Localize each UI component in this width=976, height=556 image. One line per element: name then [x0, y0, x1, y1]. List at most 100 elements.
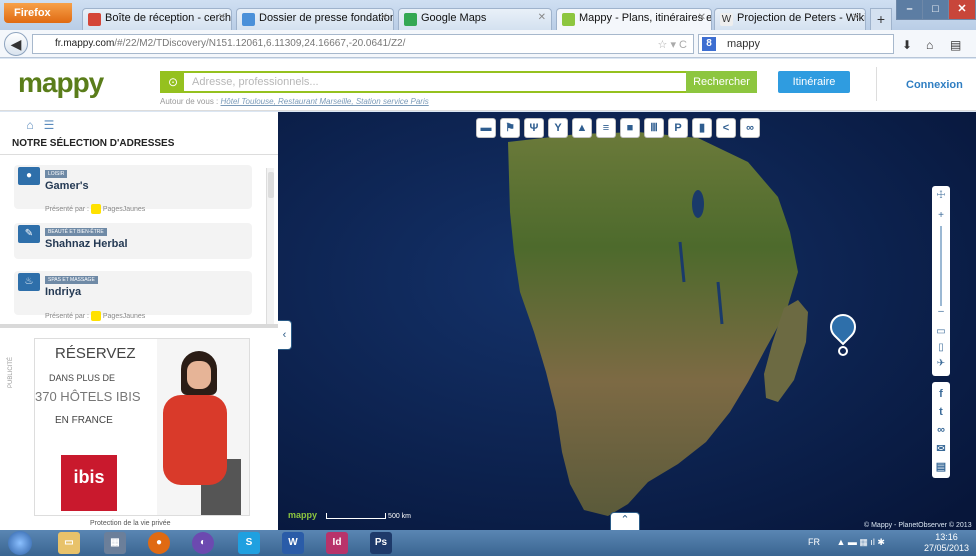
- poi-toolbar: ▬ ⚑ Ψ Y ▲ ≡ ■ Ⅲ P ▮ < ∞: [476, 118, 788, 140]
- pagesjaunes-icon: [90, 204, 101, 214]
- tab-title: Google Maps: [421, 12, 487, 24]
- indesign-icon[interactable]: Id: [326, 532, 348, 554]
- bar-icon[interactable]: Y: [548, 118, 568, 138]
- wikipedia-icon: W: [720, 13, 733, 26]
- tab-mappy[interactable]: Mappy - Plans, itinéraires et bon... ✕: [556, 8, 712, 31]
- calculator-icon[interactable]: ▦: [104, 532, 126, 554]
- nearby-links[interactable]: Hôtel Toulouse, Restaurant Marseille, St…: [221, 97, 429, 106]
- shopping-icon[interactable]: ≡: [596, 118, 616, 138]
- search-engine-box[interactable]: 8 mappy: [698, 34, 894, 54]
- search-button[interactable]: Rechercher: [686, 71, 757, 93]
- mappy-icon: [562, 13, 575, 26]
- tab-gmail[interactable]: Boîte de réception - cerchiariop... ✕: [82, 8, 232, 30]
- tab-google-maps[interactable]: Google Maps ✕: [398, 8, 552, 30]
- satellite-map[interactable]: ▬ ⚑ Ψ Y ▲ ≡ ■ Ⅲ P ▮ < ∞ ☩ + – ▭ ▯ ✈ f t …: [278, 112, 976, 530]
- close-icon[interactable]: ✕: [852, 12, 860, 23]
- close-icon[interactable]: ✕: [380, 12, 388, 23]
- category-badge: LOISIR: [45, 170, 68, 178]
- twitter-icon[interactable]: t: [932, 406, 950, 418]
- bicycle-icon[interactable]: ∞: [740, 118, 760, 138]
- facebook-icon[interactable]: f: [932, 388, 950, 400]
- language-indicator[interactable]: FR: [808, 537, 820, 547]
- system-tray: FR ▲ ▬ ▦ ıl ✱: [808, 537, 885, 548]
- museum-icon[interactable]: Ⅲ: [644, 118, 664, 138]
- bus-icon[interactable]: ▯: [935, 342, 947, 353]
- pan-icon[interactable]: ☩: [935, 190, 947, 201]
- login-link[interactable]: Connexion: [906, 79, 963, 91]
- close-icon[interactable]: ✕: [538, 12, 546, 23]
- search-input[interactable]: ⊙ Adresse, professionnels... Rechercher: [160, 71, 757, 93]
- tab-title: Dossier de presse fondation edf ...: [259, 12, 394, 24]
- fuel-icon[interactable]: ▮: [692, 118, 712, 138]
- mappy-logo[interactable]: mappy: [18, 67, 104, 99]
- close-icon[interactable]: ✕: [698, 12, 706, 23]
- zoom-out-button[interactable]: –: [935, 306, 947, 317]
- new-tab-button[interactable]: +: [870, 8, 892, 30]
- list-item[interactable]: ● LOISIR Gamer's: [14, 165, 252, 209]
- list-tab-icon[interactable]: ☰: [41, 118, 57, 132]
- url-path: /#/22/M2/TDiscovery/N151.12061,6.11309,2…: [114, 38, 406, 49]
- email-icon[interactable]: ✉: [932, 442, 950, 455]
- logo-text: mappy: [18, 67, 104, 98]
- presented-by-label: Présenté par :: [45, 205, 89, 213]
- back-button[interactable]: ◀: [4, 32, 28, 56]
- tab-wikipedia[interactable]: W Projection de Peters - Wikipédia ✕: [714, 8, 866, 30]
- tab-dossier-presse[interactable]: Dossier de presse fondation edf ... ✕: [236, 8, 394, 30]
- address-bar[interactable]: fr.mappy.com/#/22/M2/TDiscovery/N151.120…: [32, 34, 694, 54]
- tray-icons[interactable]: ▲ ▬ ▦ ıl ✱: [837, 537, 885, 547]
- parking-icon[interactable]: P: [668, 118, 688, 138]
- menu-icon[interactable]: ▤: [950, 38, 961, 52]
- cinema-icon[interactable]: ▲: [572, 118, 592, 138]
- clock[interactable]: 13:16 27/05/2013: [924, 532, 969, 554]
- close-window-button[interactable]: ✕: [948, 0, 976, 20]
- place-name: Indriya: [45, 286, 82, 298]
- car-icon[interactable]: ▭: [935, 326, 947, 337]
- list-scrollbar[interactable]: [266, 168, 274, 328]
- photo-pillow: [163, 395, 227, 485]
- photoshop-icon[interactable]: Ps: [370, 532, 392, 554]
- word-icon[interactable]: W: [282, 532, 304, 554]
- minimize-button[interactable]: –: [896, 0, 923, 20]
- locate-icon[interactable]: ⊙: [162, 73, 184, 91]
- zoom-in-button[interactable]: +: [935, 210, 947, 221]
- privacy-link[interactable]: Protection de la vie privée: [90, 520, 171, 527]
- expand-up-button[interactable]: ⌃: [610, 512, 640, 530]
- scrollbar-thumb[interactable]: [268, 172, 274, 198]
- nearby-label: Autour de vous :: [160, 97, 219, 106]
- app-icon[interactable]: ◐: [192, 532, 214, 554]
- skype-icon[interactable]: S: [238, 532, 260, 554]
- bath-icon: ♨: [18, 273, 40, 291]
- start-button[interactable]: [8, 531, 32, 555]
- list-item[interactable]: ✎ BEAUTÉ ET BIEN-ÊTRE Shahnaz Herbal: [14, 223, 252, 259]
- firefox-icon[interactable]: ●: [148, 532, 170, 554]
- doc-icon: [242, 13, 255, 26]
- explorer-icon[interactable]: ▭: [58, 532, 80, 554]
- home-tab-icon[interactable]: ⌂: [22, 118, 38, 132]
- nearby-suggestions: Autour de vous : Hôtel Toulouse, Restaur…: [160, 97, 429, 106]
- ad-headline: RÉSERVEZ: [55, 345, 136, 362]
- restaurant-icon[interactable]: Ψ: [524, 118, 544, 138]
- download-icon[interactable]: ⬇: [902, 38, 912, 52]
- collapse-panel-button[interactable]: ‹: [278, 320, 292, 350]
- itinerary-button[interactable]: Itinéraire: [778, 71, 850, 93]
- share-bar: f t ∞ ✉ ▤: [932, 382, 950, 478]
- maximize-button[interactable]: □: [922, 0, 949, 20]
- firefox-menu-button[interactable]: Firefox: [4, 3, 72, 23]
- leisure-icon[interactable]: ⚑: [500, 118, 520, 138]
- print-icon[interactable]: ▤: [932, 460, 950, 473]
- share-icon[interactable]: <: [716, 118, 736, 138]
- satellite-icon[interactable]: ✈: [935, 358, 947, 369]
- list-item[interactable]: ♨ SPAS ET MASSAGE Indriya: [14, 271, 252, 315]
- zoom-slider[interactable]: [940, 226, 942, 306]
- google-icon: 8: [702, 37, 716, 51]
- close-icon[interactable]: ✕: [218, 12, 226, 23]
- bag-icon[interactable]: ■: [620, 118, 640, 138]
- home-icon[interactable]: ⌂: [926, 38, 933, 52]
- reload-icon[interactable]: ☆ ▾ C: [658, 38, 687, 51]
- map-scale: mappy 500 km: [288, 510, 411, 520]
- link-icon[interactable]: ∞: [932, 424, 950, 436]
- search-engine-text: mappy: [727, 38, 761, 50]
- gmail-icon: [88, 13, 101, 26]
- hotel-icon[interactable]: ▬: [476, 118, 496, 138]
- ibis-ad-banner[interactable]: RÉSERVEZ DANS PLUS DE 370 HÔTELS IBIS EN…: [34, 338, 250, 516]
